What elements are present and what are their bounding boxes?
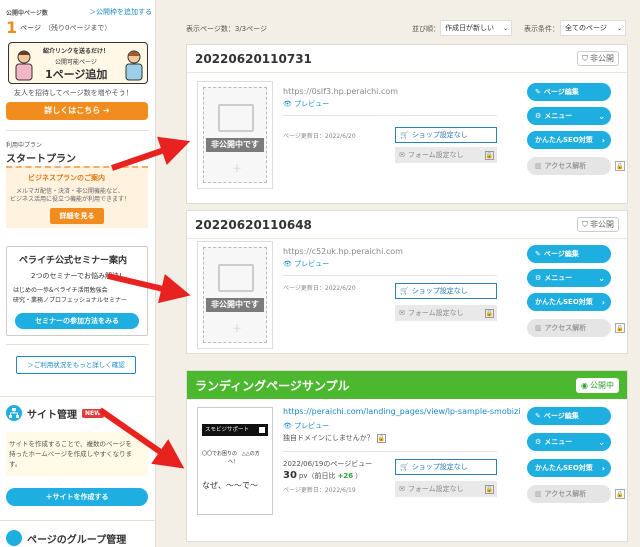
arrow-1 xyxy=(111,136,191,171)
arrow-3 xyxy=(98,407,185,469)
arrow-2 xyxy=(107,273,191,304)
annotation-arrows xyxy=(98,136,191,469)
